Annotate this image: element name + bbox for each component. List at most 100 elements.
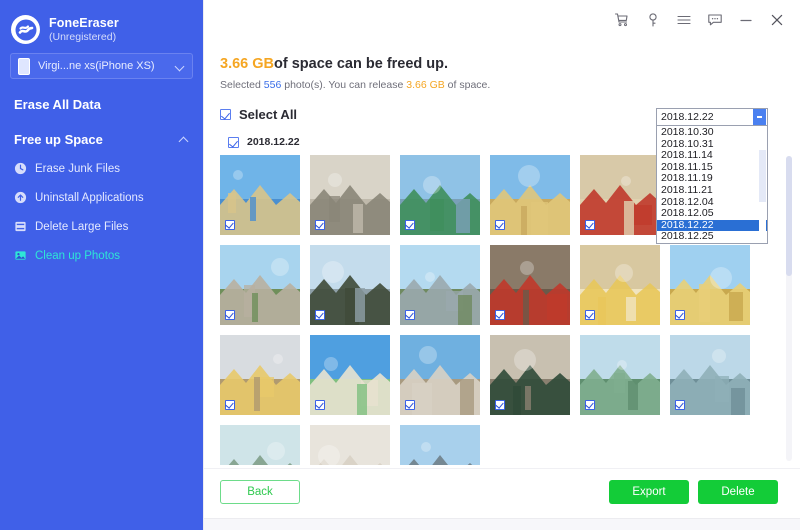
photo-checkbox[interactable] (405, 220, 415, 230)
summary-block: 3.66 GBof space can be freed up. Selecte… (204, 40, 800, 91)
brand: FoneEraser (Unregistered) (0, 0, 203, 48)
photo-thumbnail[interactable] (490, 155, 570, 235)
date-filter-options[interactable]: 2018.10.30 2018.10.31 2018.11.14 2018.11.15… (656, 126, 768, 244)
brand-name: FoneEraser (49, 15, 119, 30)
titlebar (204, 0, 800, 40)
photo-thumbnail[interactable] (220, 335, 300, 415)
photo-thumbnail[interactable] (580, 245, 660, 325)
device-selector[interactable]: Virgi...ne xs(iPhone XS) (10, 53, 193, 79)
sidebar: FoneEraser (Unregistered) Virgi...ne xs(… (0, 0, 203, 530)
date-group-label: 2018.12.22 (247, 136, 300, 148)
sidebar-free-up-label: Free up Space (14, 131, 103, 147)
footer-strip (204, 518, 800, 530)
photo-thumbnail[interactable] (220, 155, 300, 235)
clock-icon (14, 162, 27, 175)
photo-checkbox[interactable] (225, 400, 235, 410)
photo-checkbox[interactable] (225, 310, 235, 320)
sidebar-item-clean-up-photos[interactable]: Clean up Photos (0, 241, 203, 270)
photo-checkbox[interactable] (315, 400, 325, 410)
page-title-rest: of space can be freed up. (274, 56, 449, 72)
date-filter-dropdown[interactable]: 2018.12.22 2018.10.30 2018.10.31 2018.11.1… (656, 108, 768, 244)
dropdown-scrollbar[interactable] (759, 128, 766, 233)
summary-subtitle: Selected 556 photo(s). You can release 3… (220, 79, 800, 91)
photo-thumbnail[interactable] (310, 245, 390, 325)
back-button[interactable]: Back (220, 480, 300, 504)
photo-checkbox[interactable] (405, 400, 415, 410)
sidebar-item-label: Erase Junk Files (35, 162, 121, 175)
photo-thumbnail[interactable] (490, 245, 570, 325)
photo-checkbox[interactable] (225, 220, 235, 230)
sub-mid: photo(s). You can release (281, 79, 407, 91)
photo-thumbnail[interactable] (400, 335, 480, 415)
select-all-checkbox[interactable] (220, 108, 231, 120)
photo-checkbox[interactable] (315, 310, 325, 320)
sidebar-item-delete-large-files[interactable]: Delete Large Files (0, 212, 203, 241)
cart-icon[interactable] (613, 11, 631, 29)
date-filter-field[interactable]: 2018.12.22 (656, 108, 768, 126)
sub-suffix: of space. (444, 79, 491, 91)
photo-thumbnail[interactable] (310, 335, 390, 415)
photo-thumbnail[interactable] (400, 155, 480, 235)
date-filter-value: 2018.12.22 (661, 111, 714, 123)
select-all-label: Select All (239, 106, 298, 122)
photo-thumbnail[interactable] (400, 425, 480, 465)
sidebar-item-label: Uninstall Applications (35, 191, 144, 204)
sub-prefix: Selected (220, 79, 264, 91)
files-icon (15, 221, 26, 232)
photos-icon (15, 251, 26, 260)
date-group-checkbox[interactable] (228, 136, 239, 148)
photo-checkbox[interactable] (495, 400, 505, 410)
main-panel: 3.66 GBof space can be freed up. Selecte… (203, 0, 800, 530)
photo-thumbnail[interactable] (220, 425, 300, 465)
photo-checkbox[interactable] (585, 220, 595, 230)
freeable-size: 3.66 GB (220, 56, 274, 72)
menu-icon[interactable] (675, 11, 693, 29)
photo-thumbnail[interactable] (490, 335, 570, 415)
photo-checkbox[interactable] (675, 310, 685, 320)
photo-image-riverside-park (220, 425, 300, 465)
delete-button[interactable]: Delete (698, 480, 778, 504)
fone-eraser-logo-icon (11, 15, 40, 44)
sidebar-item-erase-all-data[interactable]: Erase All Data (0, 89, 203, 119)
sidebar-item-erase-junk-files[interactable]: Erase Junk Files (0, 154, 203, 183)
date-option[interactable]: 2018.10.30 (657, 126, 767, 139)
sidebar-item-uninstall-applications[interactable]: Uninstall Applications (0, 183, 203, 212)
chevron-up-icon (180, 135, 189, 144)
photo-thumbnail[interactable] (310, 155, 390, 235)
chevron-down-icon (176, 62, 185, 71)
photo-thumbnail[interactable] (220, 245, 300, 325)
photo-grid-scrollbar[interactable] (786, 156, 792, 461)
phone-icon (18, 57, 30, 75)
app-window: FoneEraser (Unregistered) Virgi...ne xs(… (0, 0, 800, 530)
brand-status: (Unregistered) (49, 31, 117, 44)
photo-thumbnail[interactable] (580, 335, 660, 415)
photo-checkbox[interactable] (315, 220, 325, 230)
date-option[interactable]: 2018.12.25 (657, 231, 767, 243)
photo-thumbnail[interactable] (670, 335, 750, 415)
key-icon[interactable] (644, 11, 662, 29)
photo-checkbox[interactable] (585, 400, 595, 410)
feedback-icon[interactable] (706, 11, 724, 29)
close-icon[interactable] (768, 11, 786, 29)
export-button[interactable]: Export (609, 480, 689, 504)
photo-checkbox[interactable] (495, 220, 505, 230)
minimize-icon[interactable] (737, 11, 755, 29)
photo-thumbnail[interactable] (580, 155, 660, 235)
sidebar-section-free-up-space[interactable]: Free up Space (0, 124, 203, 154)
sidebar-item-label: Delete Large Files (35, 220, 129, 233)
dropdown-arrow-icon[interactable] (753, 109, 766, 125)
device-name: Virgi...ne xs(iPhone XS) (38, 60, 155, 72)
photo-checkbox[interactable] (405, 310, 415, 320)
photo-checkbox[interactable] (495, 310, 505, 320)
uninstall-icon (14, 191, 27, 204)
dropdown-scrollbar-thumb[interactable] (759, 150, 766, 202)
photo-checkbox[interactable] (585, 310, 595, 320)
photo-thumbnail[interactable] (310, 425, 390, 465)
release-size: 3.66 GB (406, 79, 445, 91)
scrollbar-thumb[interactable] (786, 156, 792, 276)
photo-checkbox[interactable] (675, 400, 685, 410)
date-option[interactable]: 2018.12.05 (657, 208, 767, 220)
photo-thumbnail[interactable] (670, 245, 750, 325)
date-option[interactable]: 2018.11.21 (657, 184, 767, 197)
photo-thumbnail[interactable] (400, 245, 480, 325)
